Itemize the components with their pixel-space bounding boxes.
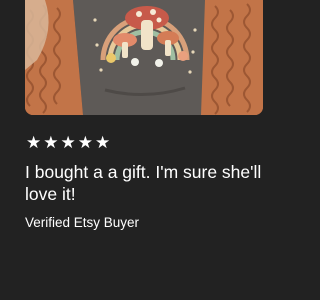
- star-icon: ★: [60, 133, 76, 153]
- star-icon: ★: [43, 133, 59, 153]
- review-card: ★ ★ ★ ★ ★ I bought a a gift. I'm sure sh…: [0, 0, 300, 300]
- star-icon: ★: [77, 133, 93, 153]
- star-rating: ★ ★ ★ ★ ★: [26, 135, 110, 152]
- product-photo-graphic-tee-icon: [25, 0, 263, 115]
- reviewer-name: Verified Etsy Buyer: [25, 215, 140, 230]
- review-photo[interactable]: [25, 0, 263, 115]
- star-icon: ★: [95, 133, 111, 153]
- review-text: I bought a a gift. I'm sure she'll love …: [25, 162, 262, 204]
- star-icon: ★: [26, 133, 42, 153]
